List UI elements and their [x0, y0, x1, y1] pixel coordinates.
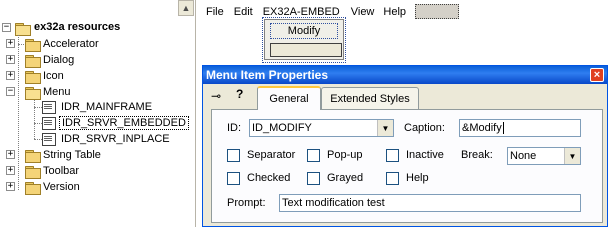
tree-root-label[interactable]: ex32a resources	[34, 21, 120, 33]
popup-item-modify[interactable]: Modify	[270, 23, 338, 39]
folder-icon	[24, 149, 41, 163]
expand-icon[interactable]: +	[6, 71, 15, 80]
text-cursor	[502, 122, 504, 134]
tree-item-idr-srvr-embedded[interactable]: IDR_SRVR_EMBEDDED	[59, 116, 189, 130]
id-combobox[interactable]: ID_MODIFY ▼	[249, 119, 394, 137]
tree-item-dialog[interactable]: Dialog	[43, 54, 74, 66]
folder-icon	[24, 165, 41, 179]
caption-label: Caption:	[404, 122, 445, 134]
menu-edit[interactable]: Edit	[234, 6, 253, 18]
prompt-label: Prompt:	[227, 197, 266, 209]
menu-help[interactable]: Help	[383, 6, 406, 18]
tree-item-menu[interactable]: Menu	[43, 86, 71, 98]
folder-icon	[24, 70, 41, 84]
separator-checkbox[interactable]	[227, 149, 240, 162]
tree-item-idr-srvr-inplace[interactable]: IDR_SRVR_INPLACE	[61, 133, 170, 145]
prompt-value: Text modification test	[282, 197, 385, 209]
prompt-field[interactable]: Text modification test	[279, 194, 581, 212]
tree-item-toolbar[interactable]: Toolbar	[43, 165, 79, 177]
tab-general[interactable]: General	[257, 86, 321, 110]
tree-item-version[interactable]: Version	[43, 181, 80, 193]
new-menu-placeholder[interactable]	[415, 4, 459, 19]
menu-item-properties-dialog: Menu Item Properties × ⊸ ? General Exten…	[202, 65, 608, 227]
screen: − ex32a resources + Accelerator + Dialog…	[0, 0, 608, 227]
tab-extended-styles[interactable]: Extended Styles	[321, 87, 419, 109]
tree-guide-line	[18, 35, 19, 190]
expand-icon[interactable]: +	[6, 55, 15, 64]
menu-resource-icon	[40, 132, 56, 146]
folder-icon	[24, 38, 41, 52]
tree-item-accelerator[interactable]: Accelerator	[43, 38, 99, 50]
break-label: Break:	[461, 149, 493, 161]
dialog-titlebar[interactable]: Menu Item Properties ×	[203, 66, 607, 84]
chevron-down-icon[interactable]: ▼	[564, 148, 580, 164]
expand-icon[interactable]: +	[6, 150, 15, 159]
help-icon[interactable]: ?	[236, 87, 243, 101]
chevron-down-icon[interactable]: ▼	[377, 120, 393, 136]
general-tab-panel: ID: ID_MODIFY ▼ Caption: &Modify Separat…	[211, 109, 603, 223]
expand-icon[interactable]: +	[6, 166, 15, 175]
popup-checkbox[interactable]	[307, 149, 320, 162]
tree-item-string-table[interactable]: String Table	[43, 149, 101, 161]
menu-view[interactable]: View	[351, 6, 375, 18]
menu-file[interactable]: File	[206, 6, 224, 18]
break-combobox[interactable]: None ▼	[507, 147, 581, 165]
menu-ex32a-embed[interactable]: EX32A-EMBED	[263, 6, 340, 18]
tree-item-icon[interactable]: Icon	[43, 70, 64, 82]
menu-resource-icon	[40, 100, 56, 114]
caption-field[interactable]: &Modify	[459, 119, 581, 137]
inactive-label: Inactive	[406, 149, 444, 161]
dialog-title: Menu Item Properties	[206, 68, 329, 82]
scroll-up-icon[interactable]: ▲	[178, 0, 194, 16]
id-label: ID:	[227, 122, 242, 134]
resource-tree[interactable]: − ex32a resources + Accelerator + Dialog…	[0, 0, 196, 227]
folder-open-icon	[14, 22, 31, 36]
expand-icon[interactable]: +	[6, 182, 15, 191]
caption-value: &Modify	[462, 122, 502, 134]
popup-label: Pop-up	[327, 149, 363, 161]
tree-guide-line	[34, 98, 35, 139]
menu-resource-icon	[40, 116, 56, 130]
checked-checkbox[interactable]	[227, 172, 240, 185]
folder-open-icon	[24, 86, 41, 100]
collapse-icon[interactable]: −	[6, 87, 15, 96]
help-label: Help	[406, 172, 429, 184]
tree-item-idr-mainframe[interactable]: IDR_MAINFRAME	[61, 101, 152, 113]
separator-label: Separator	[247, 149, 296, 161]
break-value: None	[510, 150, 537, 162]
checked-label: Checked	[247, 172, 291, 184]
grayed-checkbox[interactable]	[307, 172, 320, 185]
folder-icon	[24, 54, 41, 68]
collapse-icon[interactable]: −	[2, 23, 11, 32]
expand-icon[interactable]: +	[6, 39, 15, 48]
help-checkbox[interactable]	[386, 172, 399, 185]
folder-icon	[24, 181, 41, 195]
new-item-placeholder[interactable]	[270, 43, 342, 57]
inactive-checkbox[interactable]	[386, 149, 399, 162]
id-value: ID_MODIFY	[252, 122, 312, 134]
close-icon[interactable]: ×	[590, 68, 604, 82]
grayed-label: Grayed	[327, 172, 364, 184]
pin-icon[interactable]: ⊸	[211, 89, 221, 103]
